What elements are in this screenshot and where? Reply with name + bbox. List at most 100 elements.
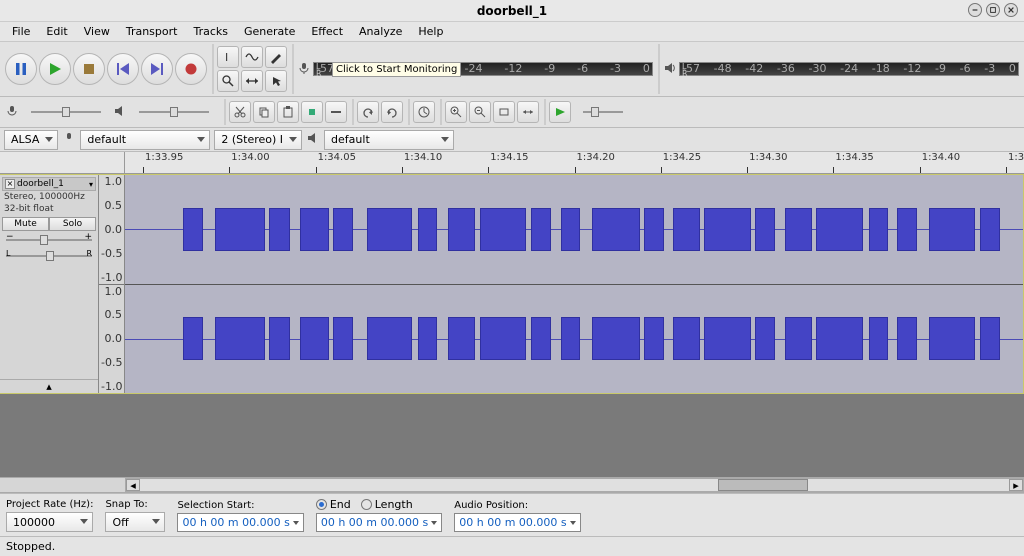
waveform-left-channel[interactable] — [125, 175, 1023, 285]
close-button[interactable] — [1004, 3, 1018, 17]
playback-volume-slider[interactable] — [129, 106, 219, 118]
track-info-1: Stereo, 100000Hz — [2, 191, 96, 203]
menu-edit[interactable]: Edit — [38, 22, 75, 41]
zoom-in-button[interactable] — [445, 101, 467, 123]
undo-group — [352, 99, 406, 125]
sync-lock-button[interactable] — [413, 101, 435, 123]
end-radio[interactable]: End — [316, 498, 351, 511]
timeshift-tool[interactable] — [241, 70, 263, 92]
empty-track-area[interactable] — [0, 394, 1024, 477]
waveform-block — [215, 208, 265, 251]
ruler-tick: 1:34.25 — [661, 152, 701, 173]
snap-to-combo[interactable]: Off — [105, 512, 165, 532]
recording-meter[interactable]: L R Click to Start Monitoring -57-48-428… — [313, 62, 653, 76]
envelope-tool[interactable] — [241, 46, 263, 68]
maximize-button[interactable] — [986, 3, 1000, 17]
skip-end-button[interactable] — [141, 53, 173, 85]
waveform-block — [980, 208, 1000, 251]
zoom-tool[interactable] — [217, 70, 239, 92]
timeline-ruler[interactable]: 1:33.951:34.001:34.051:34.101:34.151:34.… — [125, 152, 1024, 173]
recording-volume-slider[interactable] — [21, 106, 111, 118]
monitoring-tooltip[interactable]: Click to Start Monitoring — [332, 62, 461, 77]
copy-button[interactable] — [253, 101, 275, 123]
menu-transport[interactable]: Transport — [118, 22, 186, 41]
recording-device-combo[interactable]: default — [80, 130, 210, 150]
project-rate-combo[interactable]: 100000 — [6, 512, 93, 532]
waveform-block — [592, 317, 640, 360]
draw-tool[interactable] — [265, 46, 287, 68]
playback-speed-slider[interactable] — [573, 106, 633, 118]
solo-button[interactable]: Solo — [49, 217, 96, 231]
waveform-block — [673, 208, 700, 251]
svg-text:I: I — [225, 51, 228, 64]
menu-file[interactable]: File — [4, 22, 38, 41]
play-at-speed-button[interactable] — [549, 101, 571, 123]
transport-group — [2, 44, 210, 94]
scroll-left-button[interactable]: ◂ — [126, 479, 140, 491]
track-menu-arrow[interactable]: ▾ — [89, 180, 93, 189]
selection-start-time[interactable]: 00 h 00 m 00.000 s — [177, 513, 303, 532]
gain-slider[interactable]: −+ — [6, 233, 92, 247]
silence-button[interactable] — [325, 101, 347, 123]
menu-effect[interactable]: Effect — [303, 22, 351, 41]
multi-tool[interactable] — [265, 70, 287, 92]
audio-host-combo[interactable]: ALSA — [4, 130, 58, 150]
scroll-right-button[interactable]: ▸ — [1009, 479, 1023, 491]
zoom-group — [440, 99, 542, 125]
pan-slider[interactable]: LR — [6, 249, 92, 263]
stop-button[interactable] — [73, 53, 105, 85]
skip-start-button[interactable] — [107, 53, 139, 85]
zoom-out-button[interactable] — [469, 101, 491, 123]
play-button[interactable] — [39, 53, 71, 85]
redo-button[interactable] — [381, 101, 403, 123]
fit-selection-button[interactable] — [493, 101, 515, 123]
audio-position-label: Audio Position: — [454, 500, 580, 511]
waveform-block — [448, 208, 475, 251]
vertical-scale[interactable]: 1.0 0.5 0.0 -0.5 -1.0 1.0 0.5 0.0 -0.5 -… — [99, 175, 125, 393]
toolbar-row-2 — [0, 97, 1024, 128]
menu-tracks[interactable]: Tracks — [185, 22, 236, 41]
minimize-button[interactable] — [968, 3, 982, 17]
paste-button[interactable] — [277, 101, 299, 123]
waveform-block — [480, 208, 527, 251]
selection-tool[interactable]: I — [217, 46, 239, 68]
fit-project-button[interactable] — [517, 101, 539, 123]
waveform-display[interactable] — [125, 175, 1023, 393]
length-radio[interactable]: Length — [361, 498, 413, 511]
waveform-block — [367, 208, 412, 251]
cut-button[interactable] — [229, 101, 251, 123]
menu-analyze[interactable]: Analyze — [351, 22, 410, 41]
menu-generate[interactable]: Generate — [236, 22, 303, 41]
waveform-block — [785, 317, 812, 360]
undo-button[interactable] — [357, 101, 379, 123]
trim-button[interactable] — [301, 101, 323, 123]
track-collapse-button[interactable]: ▴ — [0, 379, 98, 393]
menu-help[interactable]: Help — [410, 22, 451, 41]
waveform-right-channel[interactable] — [125, 285, 1023, 394]
audio-position-time[interactable]: 00 h 00 m 00.000 s — [454, 513, 580, 532]
scrollbar-track[interactable]: ◂ ▸ — [125, 478, 1024, 492]
record-button[interactable] — [175, 53, 207, 85]
ruler-tick: 1:34.40 — [920, 152, 960, 173]
meter-ticks-2: -57-48-42-36-30-24-18-12-9-6-30 — [680, 62, 1018, 75]
status-text: Stopped. — [6, 540, 55, 553]
waveform-block — [592, 208, 640, 251]
waveform-block — [704, 208, 751, 251]
waveform-block — [704, 317, 751, 360]
mic-icon — [297, 61, 311, 78]
waveform-block — [897, 317, 917, 360]
pause-button[interactable] — [5, 53, 37, 85]
scrollbar-thumb[interactable] — [718, 479, 808, 491]
recording-channels-combo[interactable]: 2 (Stereo) I — [214, 130, 302, 150]
track-close-button[interactable]: × — [5, 179, 15, 189]
ruler-tick: 1:34.35 — [833, 152, 873, 173]
mute-button[interactable]: Mute — [2, 217, 49, 231]
menu-view[interactable]: View — [76, 22, 118, 41]
playback-device-combo[interactable]: default — [324, 130, 454, 150]
ruler-tick: 1:34.05 — [316, 152, 356, 173]
waveform-block — [929, 317, 976, 360]
selection-end-time[interactable]: 00 h 00 m 00.000 s — [316, 513, 442, 532]
waveform-block — [183, 208, 203, 251]
playback-meter[interactable]: L R -57-48-42-36-30-24-18-12-9-6-30 — [679, 62, 1019, 76]
track-name[interactable]: doorbell_1 — [17, 179, 87, 189]
